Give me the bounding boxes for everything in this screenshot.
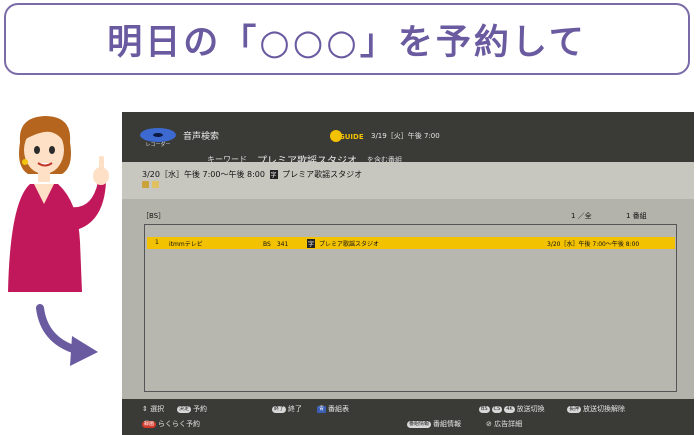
cs-key-icon: CS — [491, 405, 503, 413]
table-row[interactable]: 1 itmmテレビ BS 341 字 プレミア歌謡スタジオ 3/20［水］午後 … — [147, 237, 675, 249]
woman-illustration — [8, 116, 109, 292]
genre-icon — [142, 180, 149, 188]
program-time: 3/20［水］午後 7:00～午後 8:00 — [142, 170, 265, 179]
record-key-icon: 録画 — [142, 420, 157, 428]
row-channel-name: itmmテレビ — [169, 241, 203, 248]
result-count: 1 番組 — [626, 212, 647, 220]
callout-text: 明日の「○○○」を予約して — [107, 22, 587, 63]
header-bar: レコーダー 音声検索 GUIDE 3/19［火］午後 7:00 キーワード プレ… — [122, 112, 694, 167]
section-label: ［BS］ — [142, 212, 166, 220]
app-title: 音声検索 — [183, 132, 220, 142]
current-datetime: 3/19［火］午後 7:00 — [371, 132, 440, 140]
end-hint: 終了 終了 — [272, 405, 303, 413]
row-time: 3/20［水］午後 7:00～午後 8:00 — [547, 241, 640, 248]
4k-key-icon: 4K — [504, 405, 515, 413]
info-key-icon: 番組情報 — [407, 420, 432, 428]
program-title: プレミア歌謡スタジオ — [282, 170, 363, 179]
g-guide-logo-icon: GUIDE — [330, 130, 364, 142]
results-list — [144, 224, 677, 392]
ad-icon: ⊘ — [486, 420, 492, 428]
row-title: プレミア歌謡スタジオ — [319, 241, 380, 248]
row-caption-badge: 字 — [307, 239, 316, 248]
tv-screen: レコーダー 音声検索 GUIDE 3/19［火］午後 7:00 キーワード プレ… — [122, 112, 694, 435]
curved-arrow-icon — [36, 304, 98, 366]
enter-key-icon: 決定 — [177, 405, 192, 413]
svg-text:GUIDE: GUIDE — [339, 133, 364, 141]
updown-icon: ⇕ — [142, 405, 148, 413]
bs-key-icon: BS — [479, 405, 490, 413]
end-key-icon: 終了 — [272, 405, 287, 413]
easy-reserve-hint: 録画 らくらく予約 — [142, 420, 201, 428]
ad-detail-hint: ⊘ 広告詳細 — [486, 420, 523, 428]
recorder-logo-icon: レコーダー — [140, 128, 176, 148]
button-guide-bar: ⇕ 選択 決定 予約 終了 終了 青番組表 BS CS 4K 放送切換 長押 放送切換解除 … — [122, 399, 694, 435]
row-channel-number: BS 341 — [263, 241, 289, 248]
caption-badge: 字 — [269, 170, 278, 179]
row-number: 1 — [155, 239, 159, 246]
page-info: 1 ／全 — [571, 212, 592, 220]
reserve-hint: 決定 予約 — [177, 405, 208, 413]
broadcast-switch-hint: BS CS 4K 放送切換 — [479, 405, 545, 413]
attribute-icon — [152, 180, 159, 188]
svg-text:レコーダー: レコーダー — [145, 141, 170, 148]
program-info-area — [122, 162, 694, 199]
info-icons — [142, 180, 162, 188]
switch-cancel-hint: 長押 放送切換解除 — [567, 405, 626, 413]
program-info-line: 3/20［水］午後 7:00～午後 8:00 字 プレミア歌謡スタジオ — [142, 169, 362, 180]
select-hint: ⇕ 選択 — [142, 405, 165, 413]
schedule-hint: 青番組表 — [317, 405, 350, 413]
program-info-hint: 番組情報 番組情報 — [407, 420, 462, 428]
long-press-key-icon: 長押 — [567, 405, 582, 413]
callout-banner: 明日の「○○○」を予約して — [4, 3, 690, 75]
blue-key-icon: 青 — [317, 405, 327, 413]
